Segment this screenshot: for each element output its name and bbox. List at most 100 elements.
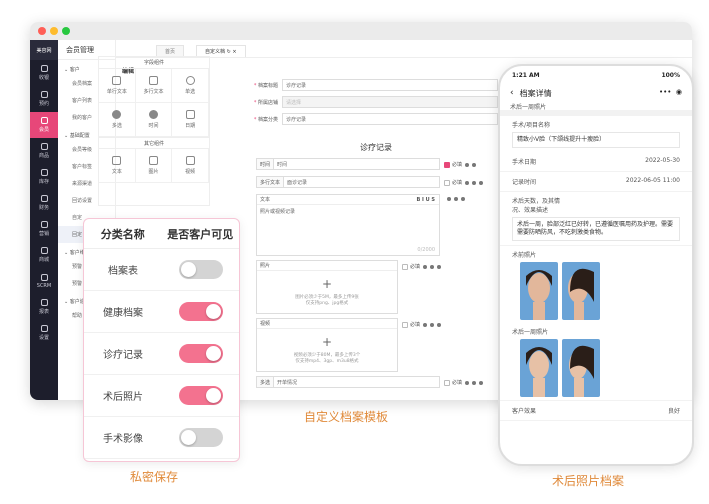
nav-item-7[interactable]: 商城 <box>30 242 58 268</box>
toggle-knob <box>205 304 221 319</box>
visibility-toggle[interactable] <box>178 386 223 405</box>
nav-item-label: 营销 <box>38 231 49 237</box>
category-name: 手术影像 <box>103 434 143 445</box>
after-photo-front[interactable] <box>520 339 558 397</box>
nav-item-4[interactable]: 库存 <box>30 164 58 190</box>
toggle-knob <box>180 262 196 277</box>
photos-label: 术前照片 <box>500 245 692 259</box>
surgery-date-row: 手术日期 2022-05-30 <box>500 152 692 172</box>
other-components-title: 其它组件 <box>99 137 209 149</box>
minimize-window-icon[interactable] <box>50 27 58 35</box>
after-photo-side[interactable] <box>562 339 600 397</box>
checkbox-icon[interactable] <box>444 179 450 186</box>
back-icon[interactable]: ‹ <box>510 88 514 98</box>
nav-item-0[interactable]: 收银 <box>30 60 58 86</box>
nav-item-label: 报表 <box>38 309 49 315</box>
field-video-upload[interactable]: 视频 + 视频必须少于80M，最多上传3个 仅支持mp4、3gp、m3u8格式 <box>256 318 398 372</box>
component-text[interactable]: 文本 <box>99 149 136 183</box>
text-block-icon <box>112 156 122 165</box>
add-photo-icon[interactable]: + <box>257 277 397 291</box>
required-toggle[interactable]: 必填 <box>444 179 484 186</box>
nav-item-label: 库存 <box>38 179 49 185</box>
privacy-header: 分类名称 是否客户可见 <box>84 219 239 249</box>
nav-item-label: 财务 <box>38 205 49 211</box>
format-toolbar[interactable]: B I U S <box>416 197 435 203</box>
required-toggle[interactable]: 必填 <box>444 379 484 386</box>
add-video-icon[interactable]: + <box>257 335 397 349</box>
nav-item-10[interactable]: 设置 <box>30 320 58 346</box>
mall-icon <box>40 247 48 254</box>
field-text-block[interactable]: 文本 B I U S 照片或视频记录 0/2000 <box>256 194 440 256</box>
refresh-icon[interactable]: ↻ <box>227 49 231 55</box>
visibility-toggle[interactable] <box>178 260 223 279</box>
nav-item-5[interactable]: 财务 <box>30 190 58 216</box>
required-toggle[interactable]: 必填 <box>444 161 477 168</box>
component-image[interactable]: 图片 <box>135 149 173 183</box>
checkbox-icon[interactable] <box>402 321 408 328</box>
archive-title-input[interactable]: 诊疗记录 <box>282 79 498 91</box>
before-photo-front[interactable] <box>520 262 558 320</box>
prop-title-row: * 档案标题 诊疗记录 <box>244 78 498 92</box>
more-icon[interactable]: ••• <box>659 88 671 96</box>
check-icon <box>112 110 122 119</box>
visibility-toggle[interactable] <box>178 344 223 363</box>
caption-private: 私密保存 <box>130 470 179 484</box>
category-select[interactable]: 诊疗记录 <box>282 113 498 125</box>
nav-item-8[interactable]: SCRM <box>30 268 58 294</box>
field-components-title: 字段组件 <box>99 57 209 69</box>
page-title: 档案详情 <box>519 88 552 98</box>
component-date[interactable]: 日期 <box>172 103 209 137</box>
close-tab-icon[interactable]: × <box>232 49 236 55</box>
component-time[interactable]: 时间 <box>135 103 173 137</box>
maximize-window-icon[interactable] <box>62 27 70 35</box>
archive-subtitle: 术后一周照片 <box>500 102 692 116</box>
component-video[interactable]: 视频 <box>172 149 209 183</box>
caption-template: 自定义档案模板 <box>304 410 389 424</box>
category-name: 术后照片 <box>103 392 143 403</box>
visibility-toggle[interactable] <box>178 302 223 321</box>
field-multi-text[interactable]: 多行文本 面诊记录 <box>256 176 440 188</box>
field-multi-select[interactable]: 多选 开单情况 <box>256 376 440 388</box>
component-multi-text[interactable]: 多行文本 <box>135 69 173 103</box>
row-actions[interactable] <box>444 197 465 201</box>
effect-row: 客户效果 良好 <box>500 400 692 421</box>
close-window-icon[interactable] <box>38 27 46 35</box>
report-icon <box>40 299 48 306</box>
nav-item-label: 商城 <box>38 257 49 263</box>
required-toggle[interactable]: 必填 <box>402 263 442 270</box>
box-icon <box>40 143 48 150</box>
before-photo-side[interactable] <box>562 262 600 320</box>
nav-item-1[interactable]: 预约 <box>30 86 58 112</box>
component-single-text[interactable]: 单行文本 <box>99 69 136 103</box>
component-checkbox[interactable]: 多选 <box>99 103 136 137</box>
checkbox-icon[interactable] <box>402 263 408 270</box>
checkbox-icon[interactable] <box>444 161 450 168</box>
clock-icon <box>40 91 48 98</box>
nav-item-6[interactable]: 营销 <box>30 216 58 242</box>
project-label: 手术/项目名称 <box>512 122 551 129</box>
target-icon[interactable]: ◉ <box>676 88 682 96</box>
phone-mockup: 1:21 AM 100% ‹ 档案详情 ••• ◉ 术后一周照片 手术/项目名称… <box>498 64 694 466</box>
store-select[interactable]: 请选择 <box>282 96 498 108</box>
capsule-menu[interactable]: ••• ◉ <box>659 88 682 96</box>
visibility-toggle[interactable] <box>178 428 223 447</box>
radio-icon <box>185 76 195 85</box>
multiline-icon <box>148 76 158 85</box>
checkbox-icon[interactable] <box>444 379 450 386</box>
nav-item-9[interactable]: 报表 <box>30 294 58 320</box>
toggle-knob <box>180 430 196 445</box>
field-time[interactable]: 时间 时间 <box>256 158 440 170</box>
privacy-row: 术后照片 <box>84 375 239 417</box>
component-palette: 字段组件 单行文本 多行文本 单选 多选 时间 日期 其它组件 文本 图片 视频 <box>98 56 210 206</box>
required-toggle[interactable]: 必填 <box>402 321 442 328</box>
nav-item-2[interactable]: 会员 <box>30 112 58 138</box>
toggle-knob <box>205 388 221 403</box>
component-radio[interactable]: 单选 <box>172 69 209 103</box>
nav-item-label: 预约 <box>38 101 49 107</box>
field-photo-upload[interactable]: 照片 + 图片必须少于5M，最多上传9张 仅支持png、jpg格式 <box>256 260 398 314</box>
settings-icon <box>40 325 48 332</box>
nav-item-3[interactable]: 商品 <box>30 138 58 164</box>
warehouse-icon <box>40 169 48 176</box>
prop-store-row: * 所属店铺 请选择 <box>244 95 498 109</box>
marketing-icon <box>40 221 48 228</box>
